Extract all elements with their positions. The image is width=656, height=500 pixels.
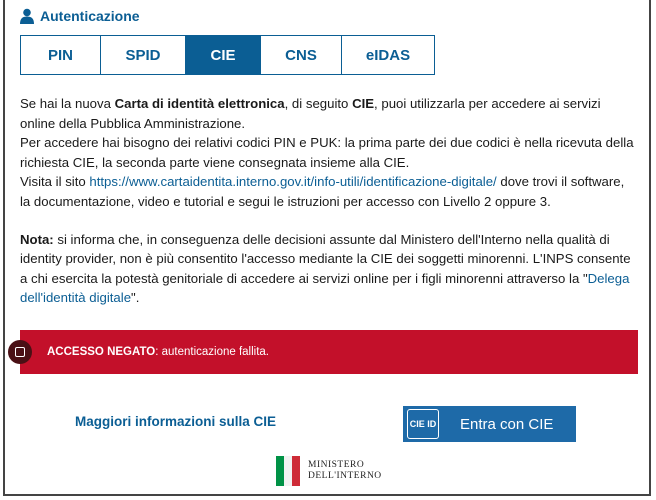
cartaidentita-link[interactable]: https://www.cartaidentita.interno.gov.it… <box>89 174 496 189</box>
ministry-line2: DELL'INTERNO <box>308 471 382 481</box>
enter-with-cie-button[interactable]: CIE ID Entra con CIE <box>403 406 576 442</box>
alert-message: : autenticazione fallita. <box>155 346 269 358</box>
ministry-logo: MINISTERO DELL'INTERNO <box>276 456 382 486</box>
visit-prefix: Visita il sito <box>20 174 90 190</box>
section-title: Autenticazione <box>20 6 140 26</box>
auth-tabs: PIN SPID CIE CNS eIDAS <box>20 35 435 75</box>
user-icon <box>20 8 34 24</box>
cie-id-logo-icon: CIE ID <box>407 409 439 439</box>
more-info-link[interactable]: Maggiori informazioni sulla CIE <box>75 414 276 429</box>
note-end: ". <box>131 290 140 306</box>
note-text: si informa che, in conseguenza delle dec… <box>20 231 631 286</box>
italian-flag-icon <box>276 456 300 486</box>
intro-mid: , di seguito <box>284 96 353 111</box>
intro-paragraph: Se hai la nuova Carta di identità elettr… <box>20 94 636 133</box>
note-paragraph: Nota: si informa che, in conseguenza del… <box>20 230 636 308</box>
intro-text: Se hai la nuova <box>20 96 115 111</box>
tab-pin[interactable]: PIN <box>20 35 101 75</box>
alert-close-icon[interactable] <box>8 340 32 364</box>
pin-puk-paragraph: Per accedere hai bisogno dei relativi co… <box>20 135 634 170</box>
enter-with-cie-label: Entra con CIE <box>460 415 554 433</box>
ministry-name: MINISTERO DELL'INTERNO <box>308 460 382 482</box>
tab-eidas[interactable]: eIDAS <box>342 35 435 75</box>
error-alert: ACCESSO NEGATO: autenticazione fallita. <box>20 330 638 374</box>
cie-description: Se hai la nuova Carta di identità elettr… <box>20 94 636 308</box>
visit-paragraph: Visita il sito https://www.cartaidentita… <box>20 172 636 211</box>
tab-spid[interactable]: SPID <box>101 35 186 75</box>
intro-bold: Carta di identità elettronica <box>114 96 285 111</box>
section-title-label: Autenticazione <box>40 8 140 24</box>
tab-cie[interactable]: CIE <box>186 35 261 75</box>
alert-title: ACCESSO NEGATO <box>47 346 156 358</box>
tab-cns[interactable]: CNS <box>261 35 342 75</box>
note-label: Nota: <box>20 231 54 247</box>
ministry-line1: MINISTERO <box>308 460 365 470</box>
alert-text: ACCESSO NEGATO: autenticazione fallita. <box>47 346 269 358</box>
intro-bold-cie: CIE <box>352 96 375 111</box>
